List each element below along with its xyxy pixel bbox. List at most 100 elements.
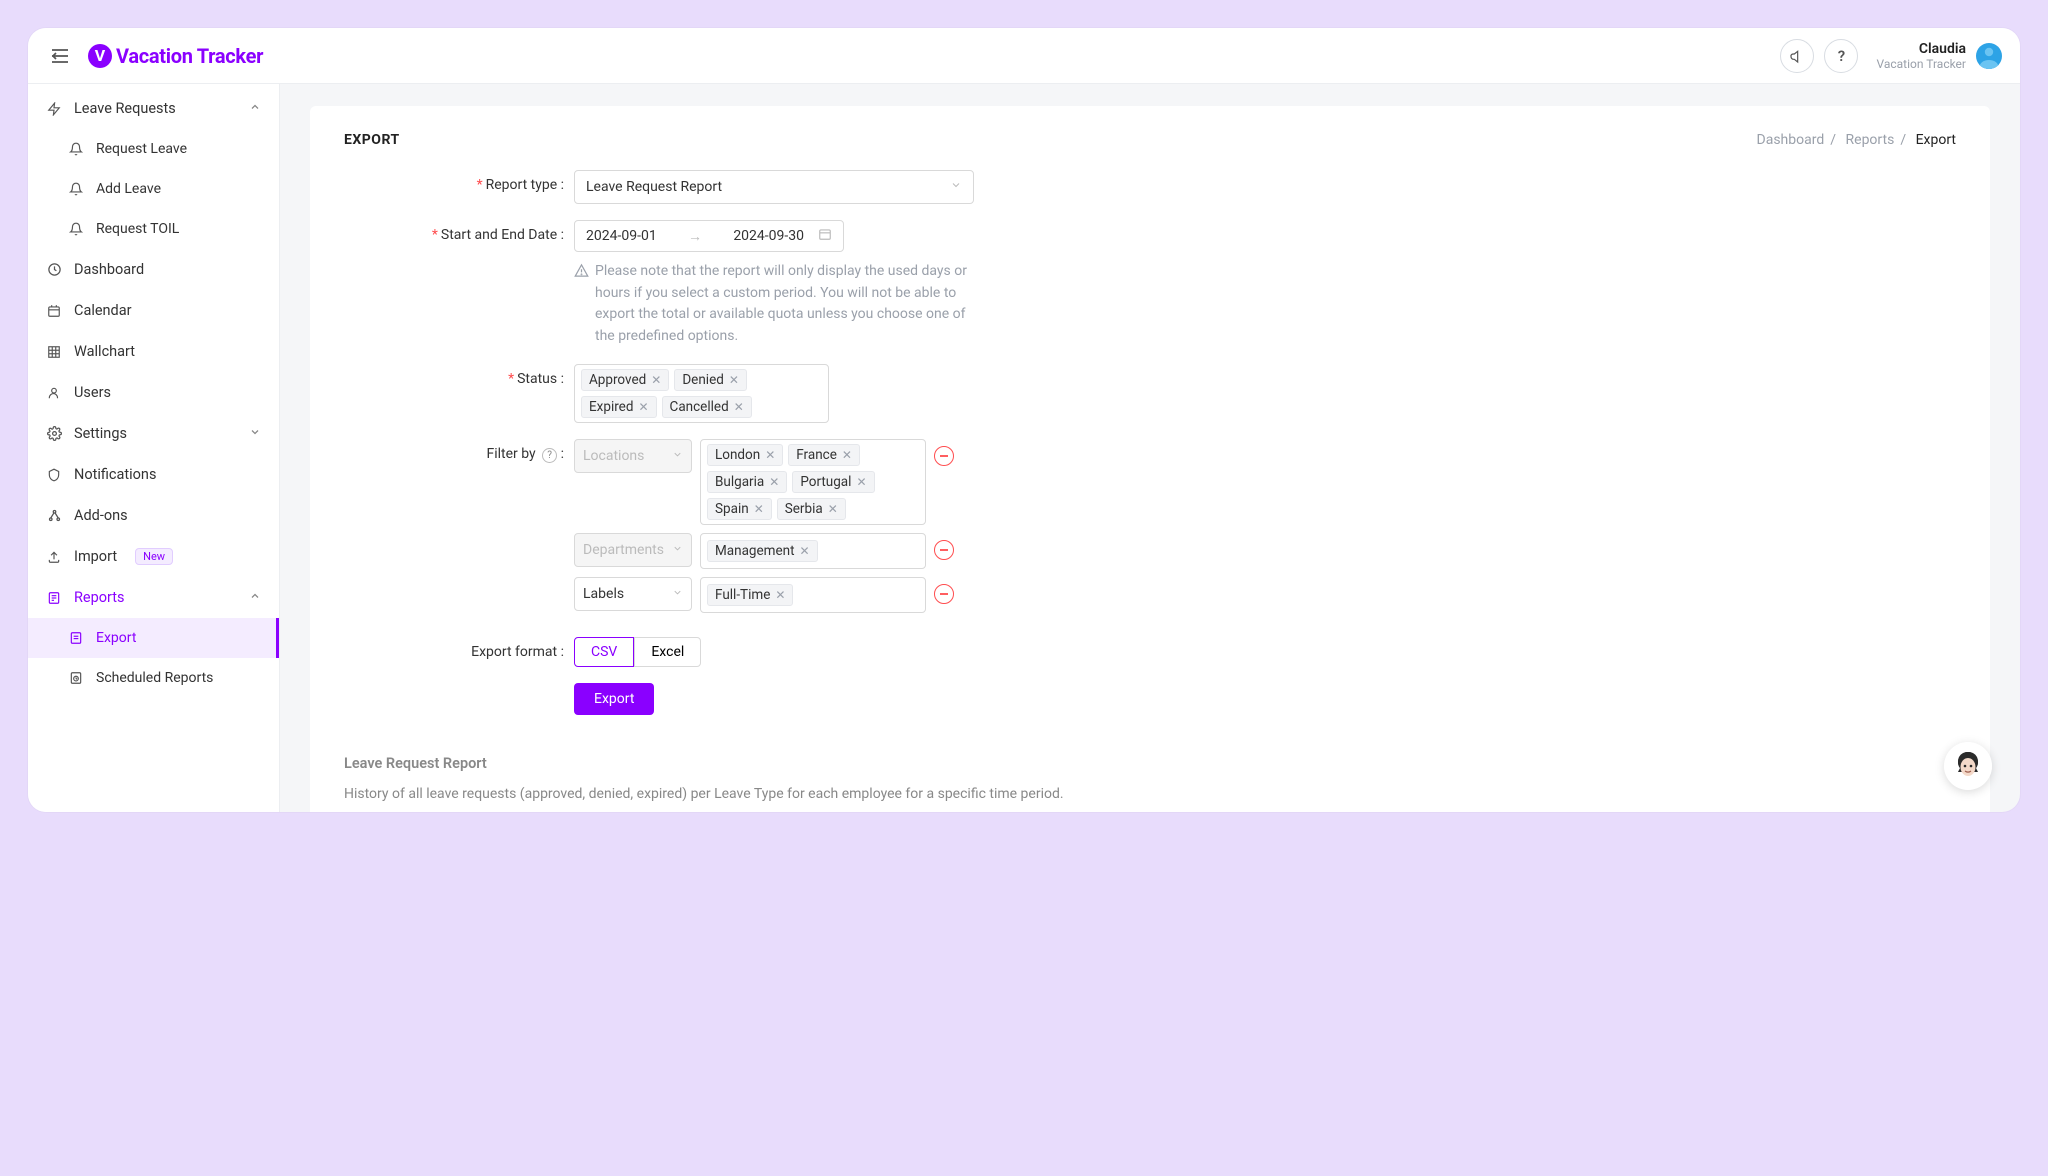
menu-icon xyxy=(50,47,70,65)
help-icon[interactable]: ? xyxy=(542,448,557,463)
export-card: EXPORT Dashboard/ Reports/ Export *Repor… xyxy=(310,106,1990,812)
breadcrumb-dashboard[interactable]: Dashboard xyxy=(1757,132,1825,148)
remove-filter-button[interactable] xyxy=(934,584,954,604)
nav-users[interactable]: Users xyxy=(28,372,279,413)
label-filter-by: Filter by ? : xyxy=(344,439,574,621)
logo-text: Vacation Tracker xyxy=(116,44,263,68)
nav-reports[interactable]: Reports xyxy=(28,577,279,618)
breadcrumb: Dashboard/ Reports/ Export xyxy=(1757,132,1956,148)
help-button[interactable]: ? xyxy=(1824,39,1858,73)
label-report-type: *Report type : xyxy=(344,170,574,204)
app-frame: V Vacation Tracker ? Claudia Vacation Tr… xyxy=(28,28,2020,812)
remove-tag-icon[interactable]: ✕ xyxy=(800,544,810,558)
format-option-csv[interactable]: CSV xyxy=(574,637,634,667)
remove-tag-icon[interactable]: ✕ xyxy=(769,475,779,489)
user-org: Vacation Tracker xyxy=(1876,57,1966,71)
nav-add-leave[interactable]: Add Leave xyxy=(28,169,279,209)
minus-icon xyxy=(939,589,949,599)
sidebar-toggle[interactable] xyxy=(46,42,74,70)
remove-tag-icon[interactable]: ✕ xyxy=(651,373,661,387)
date-range-note: Please note that the report will only di… xyxy=(574,261,974,348)
filter-tag: Spain✕ xyxy=(707,498,772,520)
nav-calendar[interactable]: Calendar xyxy=(28,290,279,331)
shield-icon xyxy=(46,467,62,483)
nav-request-toil[interactable]: Request TOIL xyxy=(28,209,279,249)
filter-type-select[interactable]: Labels xyxy=(574,577,692,611)
info-section-title: Leave Request Report xyxy=(344,755,1956,772)
filter-values-select[interactable]: London✕France✕Bulgaria✕Portugal✕Spain✕Se… xyxy=(700,439,926,525)
remove-tag-icon[interactable]: ✕ xyxy=(754,502,764,516)
chevron-down-icon xyxy=(672,542,683,558)
filter-values-select[interactable]: Management✕ xyxy=(700,533,926,569)
nav-leave-requests[interactable]: Leave Requests xyxy=(28,88,279,129)
status-tag: Denied✕ xyxy=(674,369,747,391)
info-section-desc: History of all leave requests (approved,… xyxy=(344,784,1956,805)
date-range-picker[interactable]: 2024-09-01 → 2024-09-30 xyxy=(574,220,844,252)
remove-tag-icon[interactable]: ✕ xyxy=(775,588,785,602)
remove-tag-icon[interactable]: ✕ xyxy=(842,448,852,462)
filter-type-select: Locations xyxy=(574,439,692,473)
new-badge: New xyxy=(135,548,173,565)
remove-tag-icon[interactable]: ✕ xyxy=(638,400,648,414)
nav-wallchart[interactable]: Wallchart xyxy=(28,331,279,372)
upload-icon xyxy=(46,549,62,565)
nav-settings[interactable]: Settings xyxy=(28,413,279,454)
calendar-icon xyxy=(818,227,832,245)
filter-tag: Portugal✕ xyxy=(792,471,874,493)
logo[interactable]: V Vacation Tracker xyxy=(88,44,263,68)
remove-filter-button[interactable] xyxy=(934,540,954,560)
breadcrumb-reports[interactable]: Reports xyxy=(1846,132,1895,148)
remove-tag-icon[interactable]: ✕ xyxy=(765,448,775,462)
status-tag: Cancelled✕ xyxy=(662,396,752,418)
report-icon xyxy=(46,590,62,606)
remove-filter-button[interactable] xyxy=(934,446,954,466)
dashboard-icon xyxy=(46,262,62,278)
bell-icon xyxy=(68,141,84,157)
bell-icon xyxy=(68,181,84,197)
chevron-down-icon xyxy=(672,448,683,464)
chevron-up-icon xyxy=(249,589,261,606)
chevron-up-icon xyxy=(249,100,261,117)
start-date: 2024-09-01 xyxy=(586,228,657,244)
nav-notifications[interactable]: Notifications xyxy=(28,454,279,495)
filter-row: LabelsFull-Time✕ xyxy=(574,577,954,613)
user-name: Claudia xyxy=(1876,41,1966,57)
avatar xyxy=(1976,43,2002,69)
gear-icon xyxy=(46,426,62,442)
remove-tag-icon[interactable]: ✕ xyxy=(828,502,838,516)
status-tag: Approved✕ xyxy=(581,369,669,391)
format-option-excel[interactable]: Excel xyxy=(634,637,701,667)
filter-tag: Serbia✕ xyxy=(777,498,846,520)
nav-addons[interactable]: Add-ons xyxy=(28,495,279,536)
label-export-format: Export format : xyxy=(344,637,574,667)
status-tag: Expired✕ xyxy=(581,396,657,418)
filter-tag: Bulgaria✕ xyxy=(707,471,787,493)
nav-scheduled-reports[interactable]: Scheduled Reports xyxy=(28,658,279,698)
report-type-select[interactable]: Leave Request Report xyxy=(574,170,974,204)
export-icon xyxy=(68,630,84,646)
puzzle-icon xyxy=(46,508,62,524)
nav-export[interactable]: Export xyxy=(28,618,279,658)
calendar-icon xyxy=(46,303,62,319)
remove-tag-icon[interactable]: ✕ xyxy=(734,400,744,414)
status-select[interactable]: Approved✕Denied✕ Expired✕Cancelled✕ xyxy=(574,364,829,423)
nav-request-leave[interactable]: Request Leave xyxy=(28,129,279,169)
chevron-down-icon xyxy=(672,586,683,602)
support-chat-button[interactable] xyxy=(1944,742,1992,790)
announcements-button[interactable] xyxy=(1780,39,1814,73)
user-menu[interactable]: Claudia Vacation Tracker xyxy=(1876,41,2002,71)
label-status: *Status : xyxy=(344,364,574,423)
export-button[interactable]: Export xyxy=(574,683,654,715)
topbar: V Vacation Tracker ? Claudia Vacation Tr… xyxy=(28,28,2020,84)
remove-tag-icon[interactable]: ✕ xyxy=(729,373,739,387)
minus-icon xyxy=(939,451,949,461)
remove-tag-icon[interactable]: ✕ xyxy=(856,475,866,489)
sidebar: Leave Requests Request Leave Add Leave R… xyxy=(28,84,280,812)
nav-import[interactable]: Import New xyxy=(28,536,279,577)
nav-dashboard[interactable]: Dashboard xyxy=(28,249,279,290)
end-date: 2024-09-30 xyxy=(733,228,804,244)
filter-values-select[interactable]: Full-Time✕ xyxy=(700,577,926,613)
support-avatar-icon xyxy=(1944,742,1992,790)
chevron-down-icon xyxy=(950,179,962,195)
main-content: EXPORT Dashboard/ Reports/ Export *Repor… xyxy=(280,84,2020,812)
